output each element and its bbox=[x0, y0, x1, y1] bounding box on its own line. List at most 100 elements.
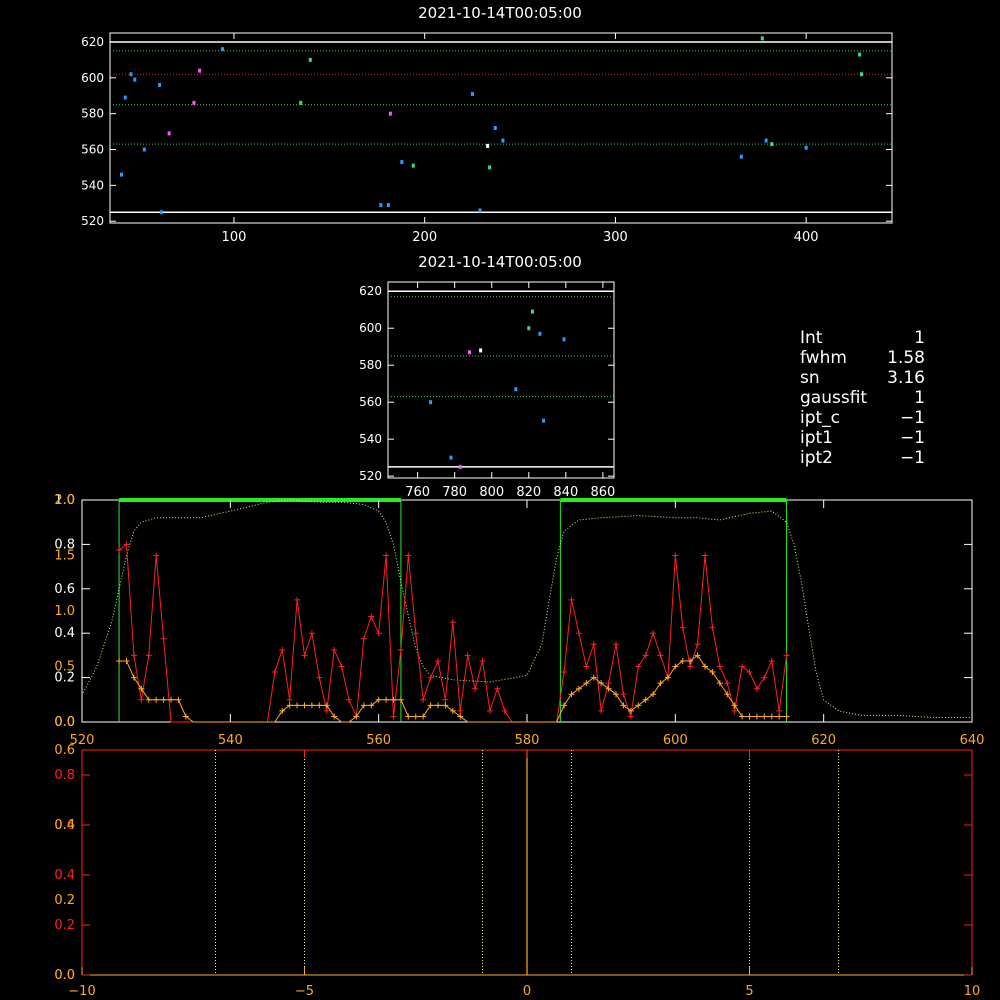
data-point bbox=[859, 72, 863, 77]
data-point bbox=[538, 331, 542, 336]
top-scatter-plot: 2021-10-14T00:05:00 100 200 300 400 520 540 56… bbox=[81, 4, 893, 245]
red-series-point bbox=[583, 663, 590, 670]
red-series-point bbox=[672, 552, 679, 559]
y-tick-label: 560 bbox=[81, 143, 104, 157]
x-tick-label: −10 bbox=[68, 984, 95, 999]
y-tick-label-orange: 0.6 bbox=[54, 743, 75, 758]
data-point bbox=[493, 126, 497, 130]
orange-series-point bbox=[405, 713, 412, 720]
red-series-point bbox=[145, 652, 152, 659]
red-series-point bbox=[687, 663, 694, 670]
red-series-point bbox=[331, 646, 338, 653]
orange-series-point bbox=[420, 713, 427, 720]
red-series-point bbox=[420, 696, 427, 703]
info-value: −1 bbox=[900, 448, 925, 468]
red-series-point bbox=[575, 630, 582, 637]
info-label: fwhm bbox=[800, 348, 847, 368]
data-point bbox=[198, 68, 202, 73]
x-tick-label: 200 bbox=[412, 230, 437, 245]
info-label: ipt1 bbox=[800, 428, 833, 448]
y-tick-label: 620 bbox=[359, 284, 382, 298]
data-point bbox=[770, 142, 774, 147]
orange-series-point bbox=[768, 713, 775, 720]
red-series-point bbox=[338, 663, 345, 670]
orange-series-point bbox=[360, 702, 367, 709]
red-series-point bbox=[160, 635, 167, 642]
orange-series-point bbox=[776, 713, 783, 720]
x-tick-label: 100 bbox=[222, 230, 247, 245]
red-series-point bbox=[130, 652, 137, 659]
data-point bbox=[379, 203, 383, 208]
red-series-point bbox=[279, 646, 286, 653]
red-series-point bbox=[716, 663, 723, 670]
x-tick-label: 560 bbox=[366, 733, 391, 748]
y-tick-label-red: 0.4 bbox=[54, 868, 75, 883]
y-tick-label: 560 bbox=[359, 395, 382, 409]
orange-series-point bbox=[308, 702, 315, 709]
x-tick-label: 620 bbox=[811, 733, 836, 748]
red-series-point bbox=[375, 630, 382, 637]
orange-series-point bbox=[160, 696, 167, 703]
info-panel: Int 1 fwhm 1.58 sn 3.16 gaussfit 1 ipt_c −1 ipt1 −1… bbox=[800, 328, 925, 468]
data-point bbox=[192, 100, 196, 105]
y-tick-label-orange: 1.0 bbox=[54, 604, 75, 619]
data-point bbox=[530, 309, 534, 314]
red-series-point bbox=[153, 552, 160, 559]
red-series-point bbox=[390, 713, 397, 720]
orange-series-point bbox=[116, 657, 123, 664]
data-point bbox=[458, 464, 462, 469]
data-point bbox=[159, 210, 163, 215]
red-series-point bbox=[627, 713, 634, 720]
data-point bbox=[129, 72, 133, 77]
red-series-point bbox=[590, 641, 597, 648]
red-series-point bbox=[709, 624, 716, 631]
x-tick-label: 5 bbox=[745, 984, 753, 999]
orange-series-point bbox=[153, 696, 160, 703]
data-point bbox=[167, 131, 171, 136]
info-value: −1 bbox=[900, 408, 925, 428]
data-point bbox=[142, 147, 146, 152]
orange-series-point bbox=[301, 702, 308, 709]
red-series-point bbox=[435, 657, 441, 664]
orange-series-point bbox=[746, 713, 753, 720]
orange-series-point bbox=[761, 713, 768, 720]
orange-series-point bbox=[435, 702, 441, 709]
red-series-point bbox=[368, 613, 375, 620]
data-point bbox=[123, 95, 127, 100]
x-tick-label: 300 bbox=[603, 230, 628, 245]
red-series-point bbox=[346, 696, 352, 703]
red-series-point bbox=[657, 652, 664, 659]
data-point bbox=[119, 172, 123, 177]
data-point bbox=[221, 47, 225, 52]
data-point bbox=[468, 350, 472, 355]
top-plot-title: 2021-10-14T00:05:00 bbox=[418, 4, 582, 22]
info-value: 1 bbox=[914, 388, 925, 408]
lower-plot: −10 −5 0 5 100.00.20.40.60.80.00.20.40.6 bbox=[54, 743, 980, 999]
plot-frame bbox=[387, 281, 615, 479]
y-tick-label: 540 bbox=[359, 432, 382, 446]
x-tick-label: 600 bbox=[663, 733, 688, 748]
red-series-point bbox=[761, 674, 768, 681]
x-tick-label: 760 bbox=[405, 485, 430, 500]
info-label: Int bbox=[800, 328, 823, 348]
x-tick-label: −5 bbox=[295, 984, 314, 999]
red-series-point bbox=[635, 663, 642, 670]
x-tick-label: 580 bbox=[515, 733, 540, 748]
y-tick-label-red: 0.2 bbox=[54, 918, 75, 933]
data-point bbox=[400, 160, 404, 165]
red-series-point bbox=[405, 552, 412, 559]
data-point bbox=[478, 208, 482, 213]
y-tick-label: 580 bbox=[81, 107, 104, 121]
orange-series-point bbox=[753, 713, 760, 720]
red-series-point bbox=[724, 680, 731, 687]
data-point bbox=[488, 165, 492, 170]
plot-frame bbox=[81, 499, 973, 723]
data-point bbox=[429, 400, 433, 405]
y-tick-label: 520 bbox=[81, 214, 104, 228]
red-series-point bbox=[642, 652, 649, 659]
y-tick-label-white: 0.6 bbox=[54, 582, 75, 597]
data-point bbox=[760, 36, 764, 41]
info-value: 1 bbox=[914, 328, 925, 348]
y-tick-label: 520 bbox=[359, 469, 382, 483]
y-tick-label-orange: 0.0 bbox=[54, 715, 75, 730]
